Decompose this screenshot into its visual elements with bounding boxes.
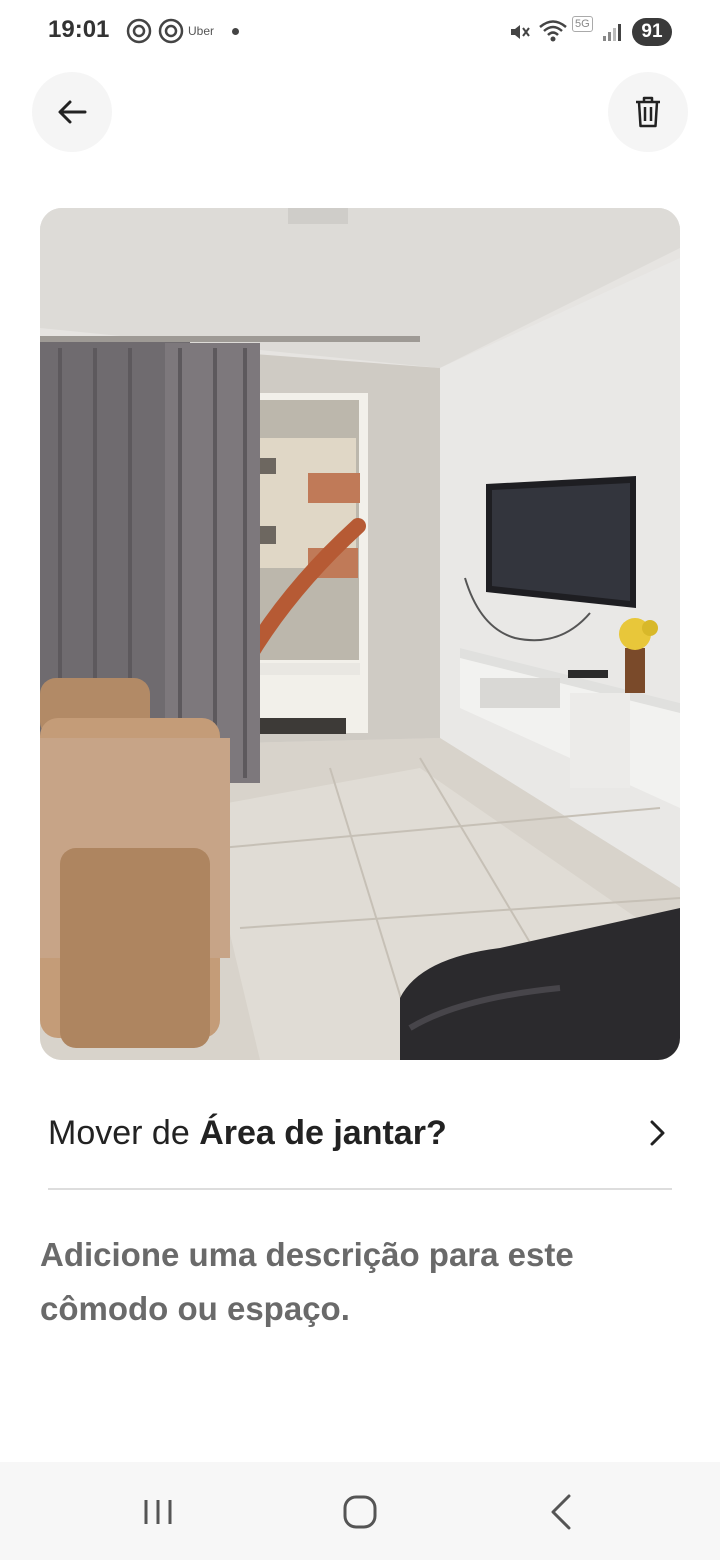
living-room-photo[interactable]: [40, 208, 680, 1060]
status-bar: 19:01 Uber 5G 91: [0, 0, 720, 64]
uber-icon: Uber: [188, 24, 215, 38]
back-button[interactable]: [32, 72, 112, 152]
move-room-suffix: ?: [425, 1113, 447, 1152]
arrow-left-icon: [58, 100, 87, 124]
move-room-label: Mover de Área de jantar?: [48, 1114, 447, 1153]
back-icon[interactable]: [542, 1492, 582, 1532]
signal-icon: [603, 24, 621, 41]
description-input[interactable]: Adicione uma descrição para este cômodo …: [40, 1228, 660, 1336]
battery-icon: 91: [632, 18, 672, 46]
move-room-prefix: Mover de: [48, 1113, 200, 1152]
threads-icon: [158, 18, 184, 44]
move-room-name: Área de jantar: [199, 1113, 426, 1152]
room-photo-illustration: [40, 208, 680, 1060]
divider: [48, 1188, 672, 1190]
recent-apps-icon[interactable]: [138, 1492, 178, 1532]
threads-icon: [126, 18, 152, 44]
status-time: 19:01: [48, 16, 110, 43]
5g-icon: 5G: [572, 16, 593, 32]
wifi-icon: [539, 20, 567, 42]
move-room-row[interactable]: Mover de Área de jantar?: [48, 1100, 672, 1166]
notification-dot-icon: [232, 28, 239, 35]
trash-icon: [636, 96, 660, 128]
mute-icon: [511, 25, 530, 39]
system-nav-bar: [0, 1462, 720, 1560]
home-icon[interactable]: [340, 1492, 380, 1532]
chevron-right-icon: [650, 1120, 665, 1146]
delete-photo-button[interactable]: [608, 72, 688, 152]
